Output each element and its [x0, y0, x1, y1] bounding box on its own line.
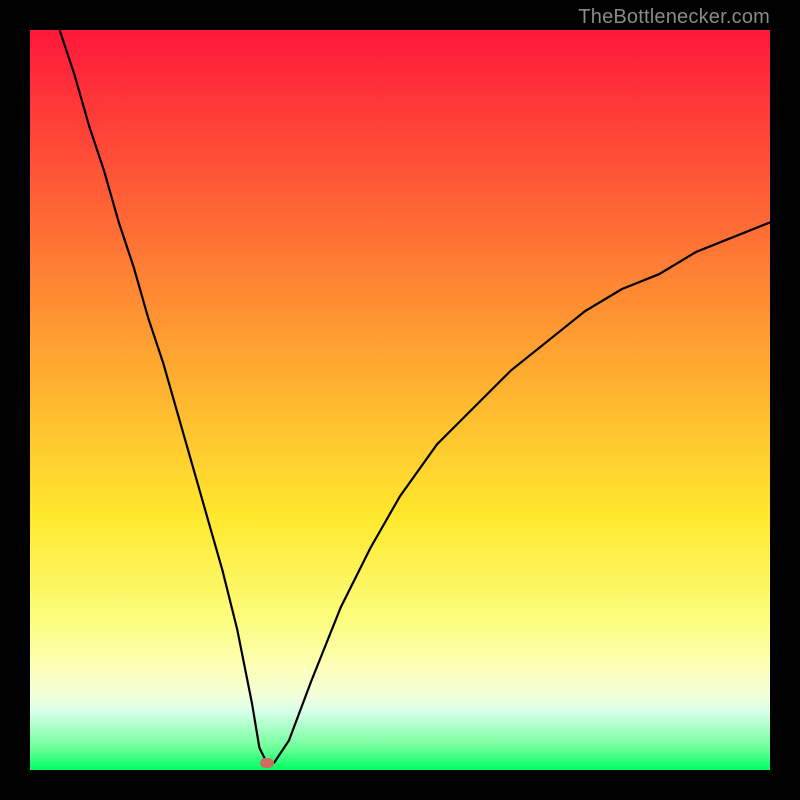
watermark-text: TheBottlenecker.com: [578, 6, 770, 29]
chart-frame: TheBottlenecker.com: [0, 0, 800, 800]
bottleneck-curve: [60, 30, 770, 763]
plot-area: [30, 30, 770, 770]
optimum-marker: [260, 758, 274, 768]
curve-svg: [30, 30, 770, 770]
